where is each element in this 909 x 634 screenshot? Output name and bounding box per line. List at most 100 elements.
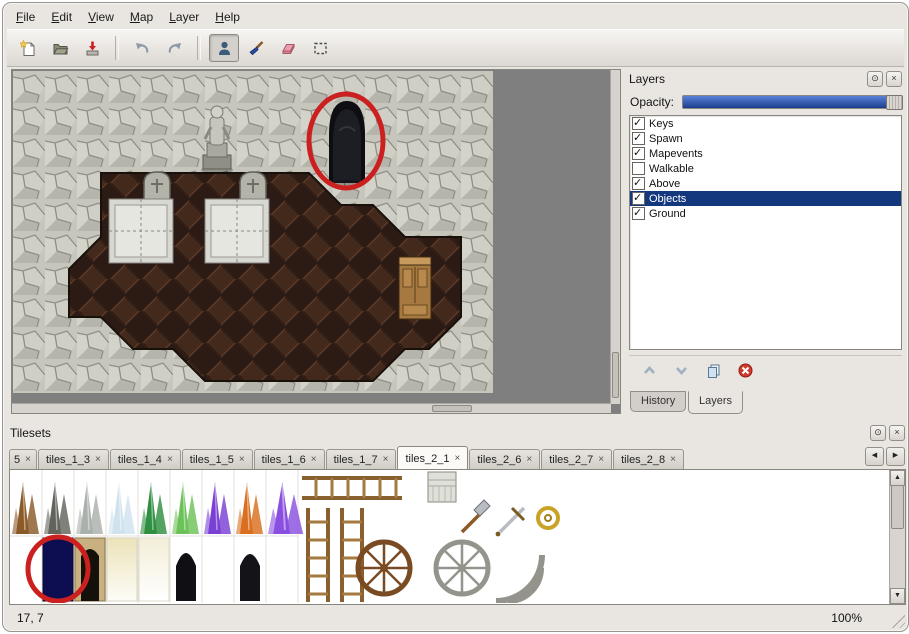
layers-panel: Layers ⊙ × Opacity: Keys Spawn Mapeve — [626, 69, 905, 415]
tileset-tab[interactable]: tiles_1_3 × — [38, 449, 109, 469]
eraser-icon — [280, 40, 297, 57]
layer-name: Spawn — [649, 133, 683, 145]
map-hscrollbar[interactable] — [12, 403, 611, 413]
layer-name: Objects — [649, 193, 686, 205]
opacity-slider-fill — [683, 96, 900, 108]
place-object-tool-button[interactable] — [209, 34, 239, 62]
move-layer-down-button[interactable] — [671, 360, 691, 380]
tileset-tab-active[interactable]: tiles_2_1 × — [397, 446, 468, 470]
layer-row-keys[interactable]: Keys — [630, 116, 901, 131]
layer-checkbox[interactable] — [632, 117, 645, 130]
layers-panel-tabs: History Layers — [626, 391, 905, 414]
map-image — [13, 71, 493, 393]
delete-layer-icon — [737, 362, 754, 379]
new-file-button[interactable] — [13, 34, 43, 62]
app-window: File Edit View Map Layer Help — [2, 2, 909, 632]
move-layer-up-button[interactable] — [639, 360, 659, 380]
tab-close-icon[interactable]: × — [167, 455, 173, 465]
opacity-slider-handle[interactable] — [886, 95, 903, 110]
tilesets-panel-titlebar: Tilesets ⊙ × — [7, 423, 908, 443]
tileset-tab[interactable]: tiles_1_6 × — [254, 449, 325, 469]
menu-layer[interactable]: Layer — [162, 7, 206, 27]
map-vscrollbar[interactable] — [610, 70, 620, 404]
layer-checkbox[interactable] — [632, 132, 645, 145]
statusbar: 17, 7 100% — [7, 607, 904, 629]
tab-scroll-left-button[interactable]: ◀ — [865, 447, 884, 466]
opacity-slider[interactable] — [682, 95, 901, 109]
tab-close-icon[interactable]: × — [455, 454, 461, 464]
tileset-tab[interactable]: tiles_2_6 × — [469, 449, 540, 469]
layer-row-ground[interactable]: Ground — [630, 206, 901, 221]
tab-close-icon[interactable]: × — [670, 455, 676, 465]
tileset-tab[interactable]: tiles_1_7 × — [326, 449, 397, 469]
cursor-coordinates: 17, 7 — [17, 611, 44, 625]
opacity-row: Opacity: — [630, 93, 901, 111]
map-canvas[interactable] — [11, 69, 621, 414]
delete-layer-button[interactable] — [735, 360, 755, 380]
tab-close-icon[interactable]: × — [239, 455, 245, 465]
redo-button[interactable] — [159, 34, 189, 62]
layer-row-above[interactable]: Above — [630, 176, 901, 191]
eraser-tool-button[interactable] — [273, 34, 303, 62]
brush-icon — [248, 40, 265, 57]
panel-float-button[interactable]: ⊙ — [870, 425, 886, 441]
person-stamp-icon — [216, 40, 233, 57]
toolbar-separator — [115, 36, 119, 60]
layer-row-mapevents[interactable]: Mapevents — [630, 146, 901, 161]
panel-close-button[interactable]: × — [886, 71, 902, 87]
move-layer-up-icon — [641, 362, 658, 379]
tileset-tab[interactable]: tiles_1_4 × — [110, 449, 181, 469]
rect-select-icon — [312, 40, 329, 57]
tab-close-icon[interactable]: × — [95, 455, 101, 465]
panel-close-button[interactable]: × — [889, 425, 905, 441]
menu-file[interactable]: File — [9, 7, 42, 27]
menu-help[interactable]: Help — [208, 7, 247, 27]
tab-close-icon[interactable]: × — [598, 455, 604, 465]
layer-checkbox[interactable] — [632, 192, 645, 205]
toolbar — [7, 29, 904, 67]
tab-history[interactable]: History — [630, 391, 686, 412]
layer-name: Above — [649, 178, 680, 190]
layer-checkbox[interactable] — [632, 177, 645, 190]
tab-layers[interactable]: Layers — [688, 391, 743, 414]
layer-name: Keys — [649, 118, 673, 130]
tileset-tab[interactable]: 5 × — [9, 449, 37, 469]
tileset-vscroll-thumb[interactable] — [891, 485, 904, 529]
tileset-tab-bar: 5 × tiles_1_3 × tiles_1_4 × tiles_1_5 × … — [9, 445, 906, 470]
menu-view[interactable]: View — [81, 7, 121, 27]
map-hscroll-thumb[interactable] — [432, 405, 472, 412]
save-button[interactable] — [77, 34, 107, 62]
scroll-down-button[interactable]: ▼ — [890, 588, 905, 604]
select-tool-button[interactable] — [305, 34, 335, 62]
tileset-tab[interactable]: tiles_1_5 × — [182, 449, 253, 469]
menu-edit[interactable]: Edit — [44, 7, 79, 27]
layer-checkbox[interactable] — [632, 207, 645, 220]
tilesets-panel-title: Tilesets — [10, 426, 51, 440]
scroll-up-button[interactable]: ▲ — [890, 470, 905, 486]
duplicate-layer-button[interactable] — [703, 360, 723, 380]
tileset-tab[interactable]: tiles_2_7 × — [541, 449, 612, 469]
paint-tool-button[interactable] — [241, 34, 271, 62]
undo-button[interactable] — [127, 34, 157, 62]
panel-float-button[interactable]: ⊙ — [867, 71, 883, 87]
tileset-tab[interactable]: tiles_2_8 × — [613, 449, 684, 469]
open-button[interactable] — [45, 34, 75, 62]
tab-close-icon[interactable]: × — [311, 455, 317, 465]
layers-panel-title: Layers — [629, 72, 665, 86]
layers-list: Keys Spawn Mapevents Walkable Above Obje… — [629, 115, 902, 350]
move-layer-down-icon — [673, 362, 690, 379]
layer-checkbox[interactable] — [632, 162, 645, 175]
tab-close-icon[interactable]: × — [526, 455, 532, 465]
layer-row-walkable[interactable]: Walkable — [630, 161, 901, 176]
map-vscroll-thumb[interactable] — [612, 352, 619, 398]
tab-close-icon[interactable]: × — [25, 455, 31, 465]
tab-scroll-right-button[interactable]: ▶ — [886, 447, 905, 466]
layer-row-spawn[interactable]: Spawn — [630, 131, 901, 146]
menu-map[interactable]: Map — [123, 7, 160, 27]
tileset-vscrollbar[interactable]: ▲ ▼ — [889, 470, 905, 604]
tab-close-icon[interactable]: × — [383, 455, 389, 465]
layer-row-objects[interactable]: Objects — [630, 191, 901, 206]
tileset-canvas[interactable]: ▲ ▼ — [9, 469, 906, 605]
layer-checkbox[interactable] — [632, 147, 645, 160]
save-import-icon — [84, 40, 101, 57]
